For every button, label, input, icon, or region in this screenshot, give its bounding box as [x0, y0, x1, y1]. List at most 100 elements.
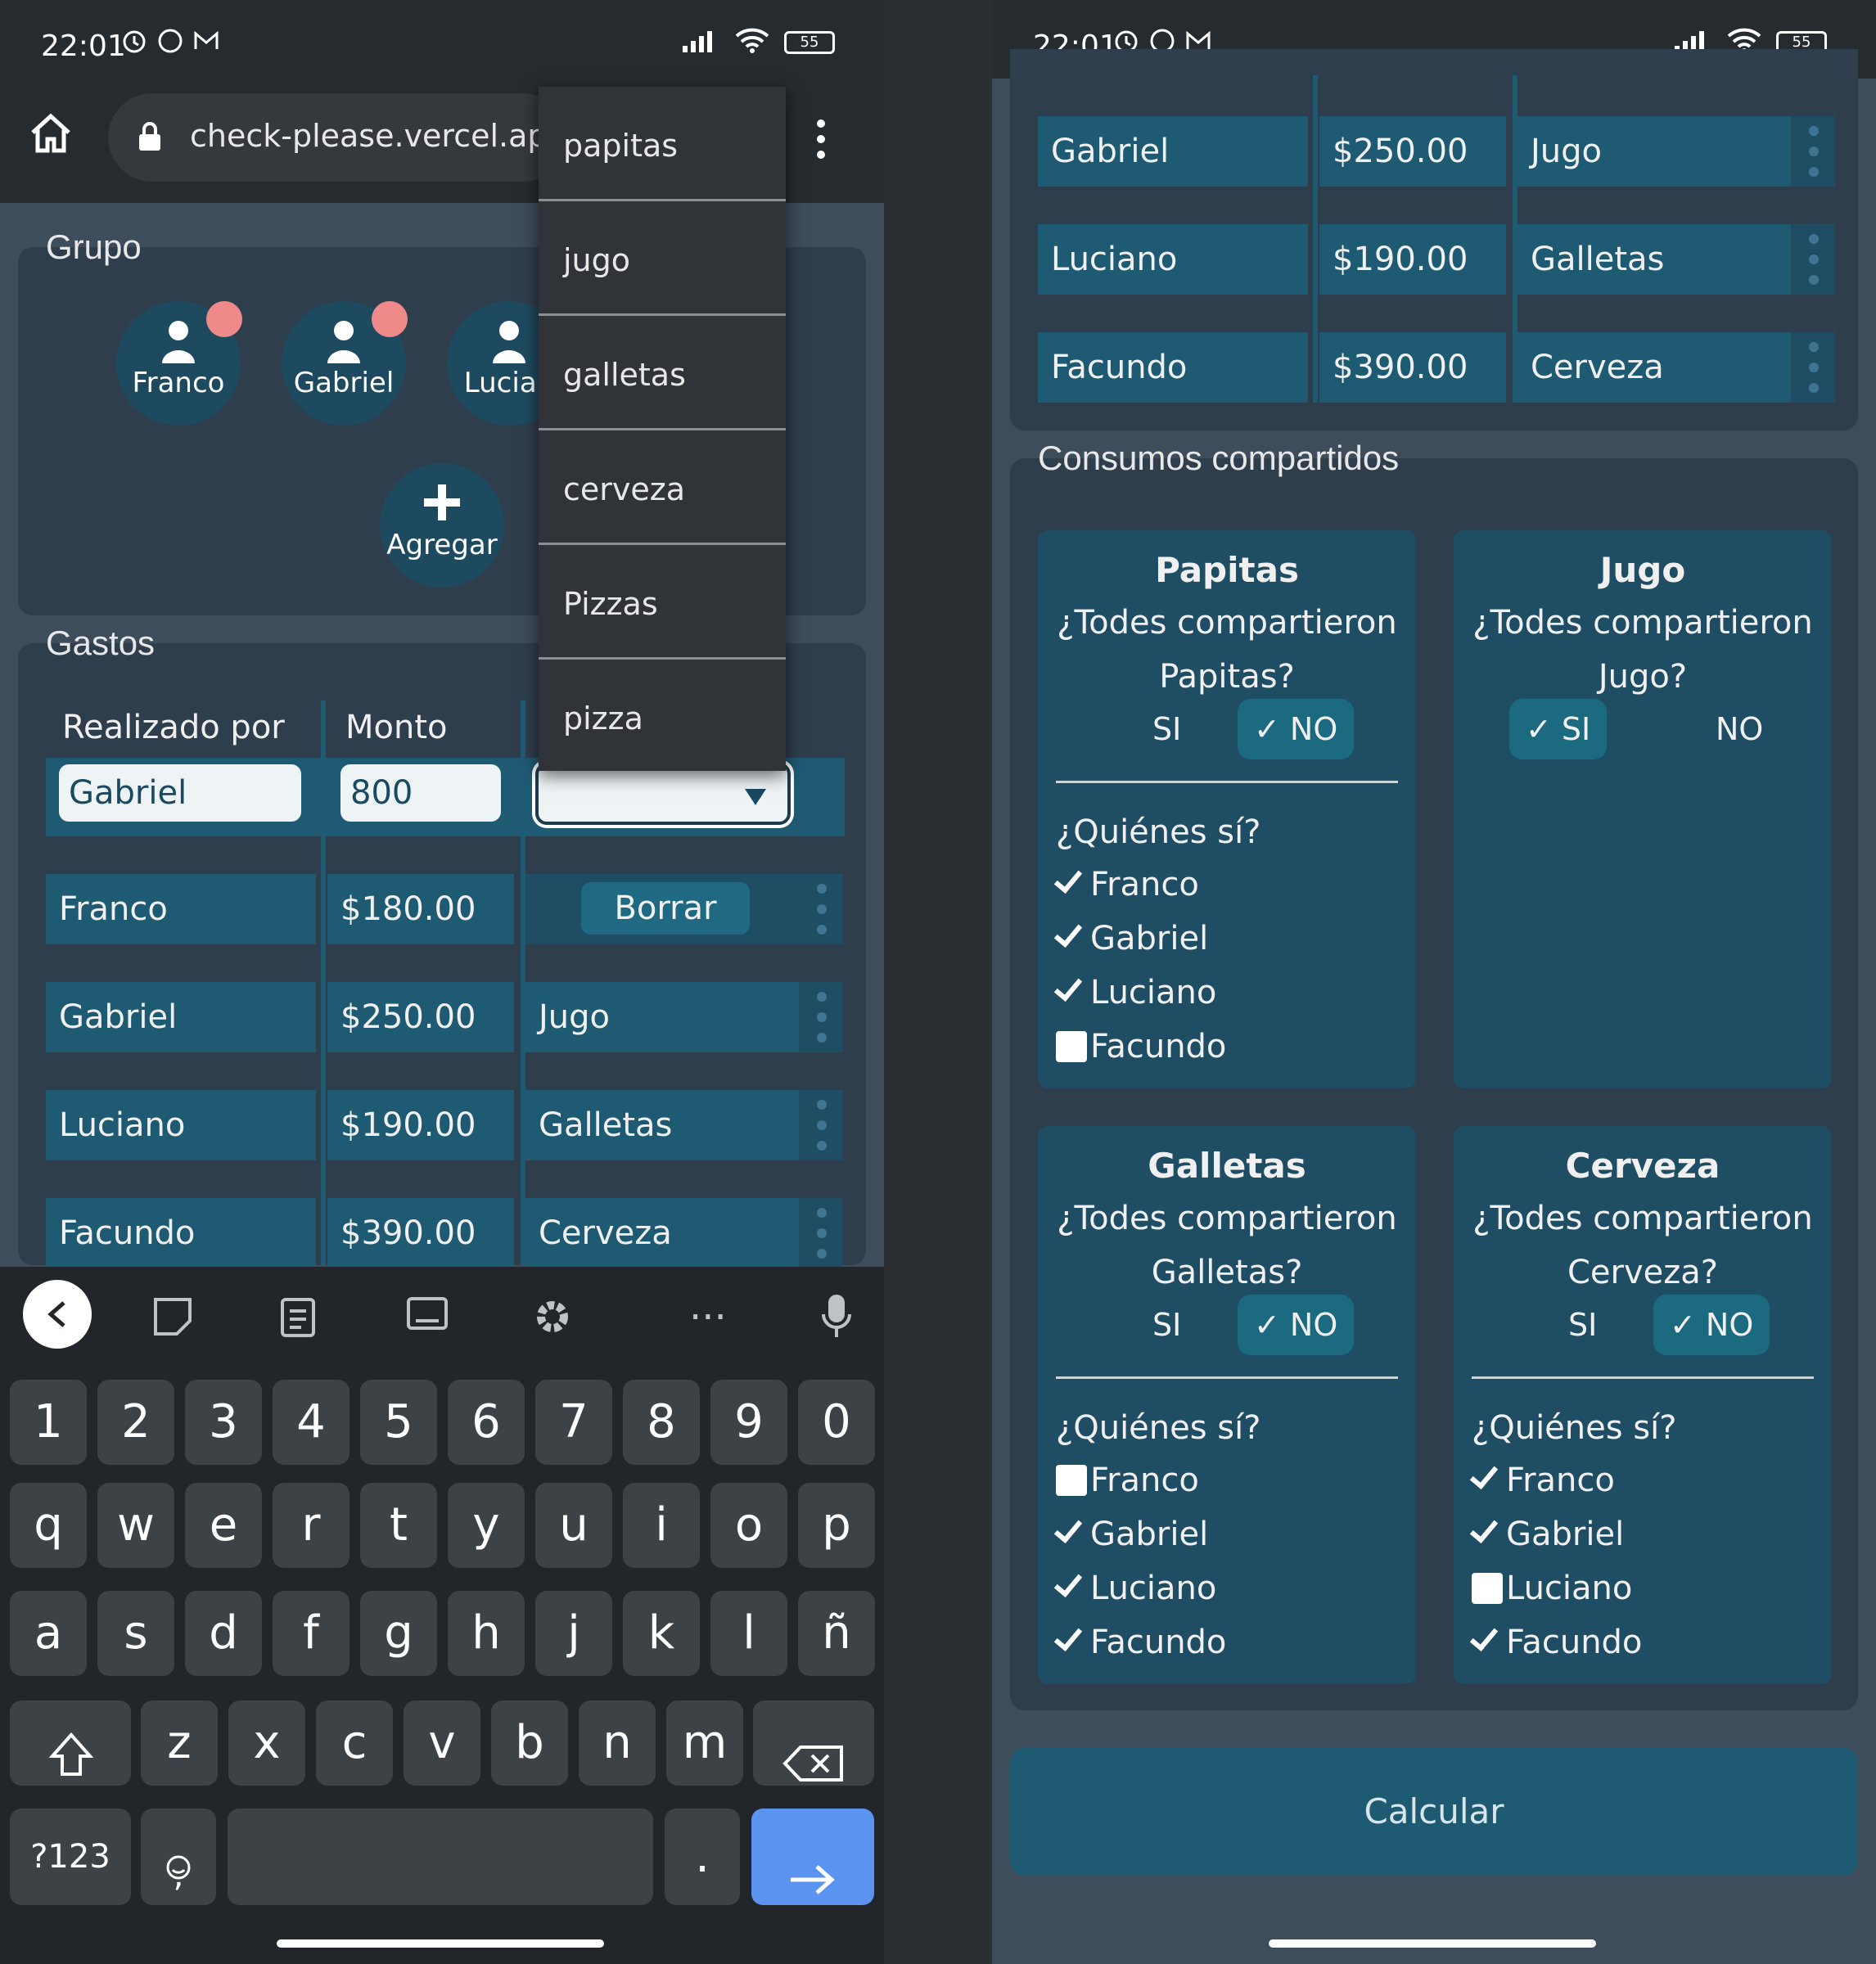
enter-key[interactable] [751, 1809, 874, 1905]
person-checkbox[interactable]: Facundo [1472, 1624, 1642, 1661]
person-checkbox[interactable]: Franco [1472, 1462, 1615, 1499]
key-i[interactable]: i [623, 1483, 700, 1568]
member-avatar[interactable]: Gabriel [282, 301, 408, 426]
row-menu-icon[interactable] [1791, 116, 1835, 187]
period-key[interactable]: . [665, 1809, 740, 1905]
emoji-comma-key[interactable]: , [141, 1809, 216, 1905]
clipboard-icon[interactable] [280, 1293, 316, 1340]
key-3[interactable]: 3 [185, 1380, 262, 1465]
sticker-icon[interactable] [152, 1296, 193, 1340]
key-a[interactable]: a [10, 1591, 87, 1676]
battery-icon: 55 [784, 31, 835, 54]
si-option[interactable]: ✓ SI [1509, 699, 1608, 759]
key-e[interactable]: e [185, 1483, 262, 1568]
dropdown-option[interactable]: Pizzas [539, 545, 786, 660]
key-7[interactable]: 7 [535, 1380, 612, 1465]
key-l[interactable]: l [710, 1591, 787, 1676]
dropdown-option[interactable]: pizza [539, 660, 786, 774]
person-checkbox[interactable]: Gabriel [1056, 920, 1208, 957]
key-u[interactable]: u [535, 1483, 612, 1568]
person-checkbox[interactable]: Luciano [1472, 1570, 1632, 1607]
no-option[interactable]: ✓ NO [1238, 699, 1355, 759]
key-5[interactable]: 5 [360, 1380, 437, 1465]
key-h[interactable]: h [448, 1591, 525, 1676]
person-checkbox[interactable]: Franco [1056, 1462, 1199, 1499]
dropdown-option[interactable]: cerveza [539, 430, 786, 545]
microphone-icon[interactable] [820, 1293, 853, 1342]
space-key[interactable] [228, 1809, 653, 1905]
row-menu-icon[interactable] [799, 1090, 843, 1160]
key-o[interactable]: o [710, 1483, 787, 1568]
dropdown-option[interactable]: jugo [539, 201, 786, 316]
key-r[interactable]: r [273, 1483, 349, 1568]
payer-input[interactable]: Gabriel [59, 764, 301, 822]
key-c[interactable]: c [316, 1700, 393, 1786]
symbols-key[interactable]: ?123 [10, 1809, 131, 1905]
person-checkbox[interactable]: Gabriel [1472, 1516, 1624, 1553]
key-f[interactable]: f [273, 1591, 349, 1676]
row-menu-icon[interactable] [799, 1198, 843, 1268]
key-q[interactable]: q [10, 1483, 87, 1568]
member-avatar[interactable]: Franco [116, 301, 242, 426]
key-2[interactable]: 2 [97, 1380, 174, 1465]
key-w[interactable]: w [97, 1483, 174, 1568]
si-option[interactable]: SI [1552, 1295, 1613, 1355]
person-checkbox[interactable]: Facundo [1056, 1624, 1226, 1661]
no-option[interactable]: ✓ NO [1653, 1295, 1770, 1355]
calculate-button[interactable]: Calcular [1010, 1748, 1858, 1876]
key-j[interactable]: j [535, 1591, 612, 1676]
delete-button[interactable]: Borrar [581, 882, 750, 935]
shift-key[interactable] [10, 1700, 131, 1786]
row-menu-icon[interactable] [799, 874, 843, 944]
key-x[interactable]: x [228, 1700, 305, 1786]
keyboard-collapse-button[interactable] [23, 1280, 92, 1349]
si-option[interactable]: SI [1136, 699, 1197, 759]
person-checkbox[interactable]: Facundo [1056, 1028, 1226, 1065]
url-bar[interactable]: check-please.vercel.app [108, 93, 567, 182]
row-menu-icon[interactable] [1791, 224, 1835, 295]
key-1[interactable]: 1 [10, 1380, 87, 1465]
amount-input[interactable]: 800 [340, 764, 501, 822]
si-option[interactable]: SI [1136, 1295, 1197, 1355]
backspace-key[interactable] [753, 1700, 874, 1786]
key-t[interactable]: t [360, 1483, 437, 1568]
dropdown-option[interactable]: galletas [539, 316, 786, 430]
add-member-button[interactable]: Agregar [380, 463, 504, 588]
key-p[interactable]: p [798, 1483, 875, 1568]
row-menu-icon[interactable] [799, 982, 843, 1052]
key-ñ[interactable]: ñ [798, 1591, 875, 1676]
no-option[interactable]: NO [1699, 699, 1779, 759]
key-m[interactable]: m [666, 1700, 743, 1786]
person-checkbox[interactable]: Luciano [1056, 974, 1216, 1011]
shift-icon [48, 1720, 94, 1805]
gear-icon[interactable] [532, 1296, 573, 1340]
key-s[interactable]: s [97, 1591, 174, 1676]
person-checkbox[interactable]: Gabriel [1056, 1516, 1208, 1553]
shared-question: ¿Todes compartieron [1057, 1200, 1397, 1237]
home-icon[interactable] [28, 110, 74, 159]
person-checkbox[interactable]: Luciano [1056, 1570, 1216, 1607]
row-menu-icon[interactable] [1791, 332, 1835, 403]
key-6[interactable]: 6 [448, 1380, 525, 1465]
remove-member-badge[interactable] [372, 301, 408, 337]
key-0[interactable]: 0 [798, 1380, 875, 1465]
keyboard-layout-icon[interactable] [406, 1296, 449, 1339]
remove-member-badge[interactable] [206, 301, 242, 337]
key-9[interactable]: 9 [710, 1380, 787, 1465]
person-checkbox[interactable]: Franco [1056, 866, 1199, 903]
whatsapp-icon [156, 26, 185, 59]
key-k[interactable]: k [623, 1591, 700, 1676]
key-g[interactable]: g [360, 1591, 437, 1676]
key-v[interactable]: v [404, 1700, 480, 1786]
key-z[interactable]: z [141, 1700, 218, 1786]
key-n[interactable]: n [579, 1700, 656, 1786]
key-4[interactable]: 4 [273, 1380, 349, 1465]
no-option[interactable]: ✓ NO [1238, 1295, 1355, 1355]
key-b[interactable]: b [491, 1700, 568, 1786]
key-y[interactable]: y [448, 1483, 525, 1568]
dropdown-option[interactable]: papitas [539, 87, 786, 201]
overflow-menu-icon[interactable] [814, 118, 828, 164]
key-8[interactable]: 8 [623, 1380, 700, 1465]
more-options-icon[interactable]: ··· [689, 1295, 727, 1340]
key-d[interactable]: d [185, 1591, 262, 1676]
